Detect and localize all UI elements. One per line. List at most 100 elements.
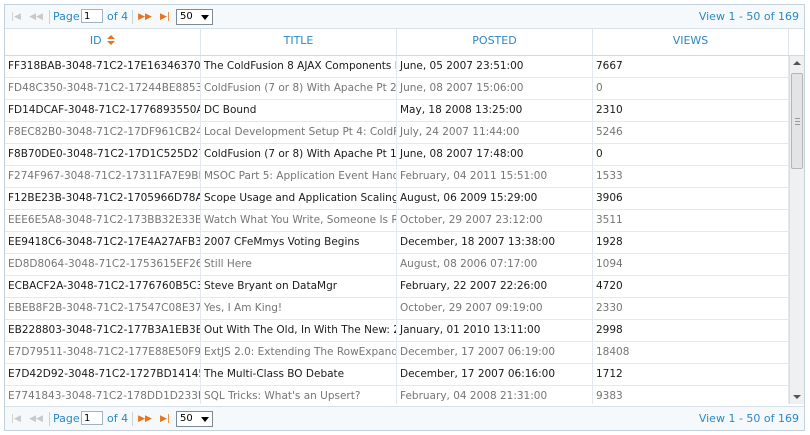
title-cell: ExtJS 2.0: Extending The RowExpander [201, 342, 397, 363]
views-cell: 1533 [593, 166, 789, 187]
id-cell: EE9418C6-3048-71C2-17E4A27AFB3E75 [5, 232, 201, 253]
views-cell: 5246 [593, 122, 789, 143]
next-page-icon[interactable]: ▶▶ [138, 407, 152, 430]
scroll-up-button[interactable] [790, 56, 804, 70]
table-row[interactable]: E7D42D92-3048-71C2-1727BD14145512 The Mu… [5, 364, 789, 386]
title-cell: DC Bound [201, 100, 397, 121]
column-header-id[interactable]: ID [5, 29, 201, 55]
posted-cell: June, 08 2007 17:48:00 [397, 144, 593, 165]
posted-cell: December, 18 2007 13:38:00 [397, 232, 593, 253]
column-header-posted[interactable]: POSTED [397, 29, 593, 55]
table-row[interactable]: F274F967-3048-71C2-17311FA7E9BD23 MSOC P… [5, 166, 789, 188]
id-cell: EB228803-3048-71C2-177B3A1EB3BB6B [5, 320, 201, 341]
views-cell: 2330 [593, 298, 789, 319]
page-size-select[interactable]: 50 [176, 9, 213, 25]
views-cell: 7667 [593, 56, 789, 77]
table-row[interactable]: EEE6E5A8-3048-71C2-173BB32E33BC86 Watch … [5, 210, 789, 232]
views-cell: 2310 [593, 100, 789, 121]
first-page-icon[interactable]: |◀ [9, 5, 23, 29]
views-cell: 0 [593, 144, 789, 165]
posted-cell: October, 29 2007 23:12:00 [397, 210, 593, 231]
column-header-row: ID TITLE POSTED VIEWS [5, 29, 804, 56]
column-header-label: VIEWS [672, 34, 709, 47]
posted-cell: October, 29 2007 09:19:00 [397, 298, 593, 319]
column-header-label: POSTED [472, 34, 517, 47]
title-cell: The ColdFusion 8 AJAX Components Det [201, 56, 397, 77]
table-row[interactable]: FF318BAB-3048-71C2-17E1634637074E The Co… [5, 56, 789, 78]
record-count-info: View 1 - 50 of 169 [698, 412, 799, 425]
table-row[interactable]: EE9418C6-3048-71C2-17E4A27AFB3E75 2007 C… [5, 232, 789, 254]
id-cell: F8EC82B0-3048-71C2-17DF961CB24198 [5, 122, 201, 143]
sort-icon [107, 35, 116, 45]
scroll-down-icon [793, 395, 801, 399]
id-cell: EBEB8F2B-3048-71C2-17547C08E3776E [5, 298, 201, 319]
next-page-icon[interactable]: ▶▶ [138, 5, 152, 29]
table-row[interactable]: F12BE23B-3048-71C2-1705966D78A678 Scope … [5, 188, 789, 210]
table-row[interactable]: F8EC82B0-3048-71C2-17DF961CB24198 Local … [5, 122, 789, 144]
divider [49, 412, 50, 426]
page-count-label: of 4 [107, 412, 129, 425]
page-count-label: of 4 [107, 10, 129, 23]
table-row[interactable]: E7741843-3048-71C2-178DD1D233B51F SQL Tr… [5, 386, 789, 404]
posted-cell: February, 04 2008 21:31:00 [397, 386, 593, 404]
prev-page-icon[interactable]: ◀◀ [29, 407, 43, 430]
title-cell: Out With The Old, In With The New: 20 [201, 320, 397, 341]
id-cell: F274F967-3048-71C2-17311FA7E9BD23 [5, 166, 201, 187]
table-row[interactable]: ED8D8064-3048-71C2-1753615EF26A66 Still … [5, 254, 789, 276]
table-row[interactable]: E7D79511-3048-71C2-177E88E50F9A69 ExtJS … [5, 342, 789, 364]
id-cell: FD48C350-3048-71C2-17244BE88532D8 [5, 78, 201, 99]
posted-cell: June, 08 2007 15:06:00 [397, 78, 593, 99]
page-size-select[interactable]: 50 [176, 411, 213, 427]
data-grid: |◀ ◀◀ Page of 4 ▶▶ ▶| 50 View 1 - 50 of … [4, 4, 805, 431]
id-cell: E7741843-3048-71C2-178DD1D233B51F [5, 386, 201, 404]
table-row[interactable]: EBEB8F2B-3048-71C2-17547C08E3776E Yes, I… [5, 298, 789, 320]
title-cell: Scope Usage and Application Scaling [201, 188, 397, 209]
table-row[interactable]: F8B70DE0-3048-71C2-17D1C525D27F1C ColdFu… [5, 144, 789, 166]
title-cell: ColdFusion (7 or 8) With Apache Pt 2: N [201, 78, 397, 99]
chevron-down-icon [201, 417, 209, 422]
table-row[interactable]: FD14DCAF-3048-71C2-1776893550A7CD DC Bou… [5, 100, 789, 122]
posted-cell: May, 18 2008 13:25:00 [397, 100, 593, 121]
id-cell: E7D79511-3048-71C2-177E88E50F9A69 [5, 342, 201, 363]
posted-cell: December, 17 2007 06:19:00 [397, 342, 593, 363]
title-cell: ColdFusion (7 or 8) With Apache Pt 1: U [201, 144, 397, 165]
record-count-info: View 1 - 50 of 169 [698, 10, 799, 23]
id-cell: F12BE23B-3048-71C2-1705966D78A678 [5, 188, 201, 209]
posted-cell: February, 04 2011 15:51:00 [397, 166, 593, 187]
id-cell: F8B70DE0-3048-71C2-17D1C525D27F1C [5, 144, 201, 165]
page-number-input[interactable] [81, 411, 103, 425]
id-cell: E7D42D92-3048-71C2-1727BD14145512 [5, 364, 201, 385]
last-page-icon[interactable]: ▶| [158, 5, 172, 29]
last-page-icon[interactable]: ▶| [158, 407, 172, 430]
divider [49, 10, 50, 24]
views-cell: 3906 [593, 188, 789, 209]
posted-cell: June, 05 2007 23:51:00 [397, 56, 593, 77]
posted-cell: December, 17 2007 06:16:00 [397, 364, 593, 385]
first-page-icon[interactable]: |◀ [9, 407, 23, 430]
table-row[interactable]: ECBACF2A-3048-71C2-1776760B5C3C7F Steve … [5, 276, 789, 298]
posted-cell: July, 24 2007 11:44:00 [397, 122, 593, 143]
scrollbar-thumb[interactable] [791, 73, 803, 169]
id-cell: FF318BAB-3048-71C2-17E1634637074E [5, 56, 201, 77]
grid-body: FF318BAB-3048-71C2-17E1634637074E The Co… [5, 56, 789, 404]
views-cell: 18408 [593, 342, 789, 363]
id-cell: ED8D8064-3048-71C2-1753615EF26A66 [5, 254, 201, 275]
views-cell: 1712 [593, 364, 789, 385]
title-cell: MSOC Part 5: Application Event Handle [201, 166, 397, 187]
views-cell: 1094 [593, 254, 789, 275]
column-header-title[interactable]: TITLE [201, 29, 397, 55]
views-cell: 9383 [593, 386, 789, 404]
table-row[interactable]: EB228803-3048-71C2-177B3A1EB3BB6B Out Wi… [5, 320, 789, 342]
scroll-down-button[interactable] [790, 390, 804, 404]
title-cell: Watch What You Write, Someone Is Re [201, 210, 397, 231]
prev-page-icon[interactable]: ◀◀ [29, 5, 43, 29]
table-row[interactable]: FD48C350-3048-71C2-17244BE88532D8 ColdFu… [5, 78, 789, 100]
page-number-input[interactable] [81, 9, 103, 23]
id-cell: EEE6E5A8-3048-71C2-173BB32E33BC86 [5, 210, 201, 231]
views-cell: 1928 [593, 232, 789, 253]
column-header-views[interactable]: VIEWS [593, 29, 789, 55]
vertical-scrollbar[interactable] [789, 56, 804, 404]
title-cell: The Multi-Class BO Debate [201, 364, 397, 385]
views-cell: 3511 [593, 210, 789, 231]
scroll-up-icon [793, 61, 801, 65]
